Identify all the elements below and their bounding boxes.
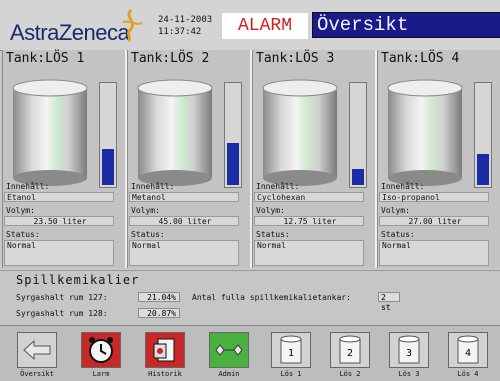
room127-value: 21.04%: [138, 292, 180, 302]
tank-panel-1[interactable]: Tank:LÖS 1 Innehåll: Etanol Volym: 23.50…: [2, 50, 127, 268]
tank-cylinder-icon: [387, 79, 463, 186]
tank-number: 4: [465, 348, 471, 359]
content-field: Cyclohexan: [254, 192, 364, 202]
alarm-indicator[interactable]: ALARM: [222, 13, 308, 39]
content-label: Innehåll:: [256, 182, 300, 191]
status-label: Status:: [256, 230, 290, 239]
status-label: Status:: [381, 230, 415, 239]
tank-icon: 2: [330, 332, 370, 368]
content-label: Innehåll:: [6, 182, 50, 191]
logo-mark-icon: [122, 9, 143, 42]
tank-cylinder-icon: [12, 79, 88, 186]
tank-number: 3: [406, 348, 412, 359]
toolbar-label: Historik: [148, 370, 182, 378]
full-tanks-value: 2 st: [378, 292, 400, 312]
content-label: Innehåll:: [131, 182, 175, 191]
tank-panel-4[interactable]: Tank:LÖS 4 Innehåll: Iso-propanol Volym:…: [377, 50, 500, 268]
volume-label: Volym:: [256, 206, 285, 215]
status-field: Normal: [129, 240, 239, 266]
tank-number: 2: [347, 348, 353, 359]
level-gauge-fill: [477, 153, 489, 185]
room128-value: 20.87%: [138, 308, 180, 318]
content-field: Etanol: [4, 192, 114, 202]
level-gauge: [224, 82, 242, 188]
level-gauge-fill: [352, 169, 364, 185]
status-field: Normal: [4, 240, 114, 266]
overview-button[interactable]: Översikt: [10, 329, 64, 379]
tank-2-button[interactable]: 2 Lös 2: [323, 329, 377, 379]
alarm-button[interactable]: Larm: [74, 329, 128, 379]
volume-label: Volym:: [381, 206, 410, 215]
bottom-toolbar: Översikt Larm Historik Admin 1 Lös 1 2 L…: [0, 325, 500, 381]
volume-field: 23.50 liter: [4, 216, 114, 226]
volume-field: 45.00 liter: [129, 216, 239, 226]
header-bar: AstraZeneca 24-11-2003 11:37:42 ALARM Öv…: [0, 0, 500, 51]
time-text: 11:37:42: [158, 27, 202, 37]
status-label: Status:: [131, 230, 165, 239]
toolbar-label: Larm: [92, 370, 110, 378]
content-field: Metanol: [129, 192, 239, 202]
room128-label: Syrgashalt rum 128:: [16, 309, 108, 318]
content-label: Innehåll:: [381, 182, 425, 191]
toolbar-label: Översikt: [20, 370, 54, 378]
tank-cylinder-icon: [137, 79, 213, 186]
toolbar-label: Lös 2: [339, 370, 361, 378]
tank-panel-2[interactable]: Tank:LÖS 2 Innehåll: Metanol Volym: 45.0…: [127, 50, 252, 268]
volume-label: Volym:: [6, 206, 35, 215]
tank-icon: 3: [389, 332, 429, 368]
content-field: Iso-propanol: [379, 192, 489, 202]
wrench-icon: [209, 332, 249, 368]
level-gauge: [99, 82, 117, 188]
tank-icon: 1: [271, 332, 311, 368]
tank-title: Tank:LÖS 1: [6, 51, 85, 66]
tank-title: Tank:LÖS 3: [256, 51, 335, 66]
status-field: Normal: [379, 240, 489, 266]
tank-1-button[interactable]: 1 Lös 1: [264, 329, 318, 379]
arrow-left-icon: [17, 332, 57, 368]
level-gauge: [349, 82, 367, 188]
tank-title: Tank:LÖS 2: [131, 51, 210, 66]
alarm-clock-icon: [81, 332, 121, 368]
volume-field: 12.75 liter: [254, 216, 364, 226]
volume-label: Volym:: [131, 206, 160, 215]
level-gauge-fill: [102, 148, 114, 185]
datetime: 24-11-2003 11:37:42: [158, 14, 212, 38]
level-gauge: [474, 82, 492, 188]
company-logo: AstraZeneca: [10, 20, 130, 45]
tank-panel-3[interactable]: Tank:LÖS 3 Innehåll: Cyclohexan Volym: 1…: [252, 50, 377, 268]
date-text: 24-11-2003: [158, 15, 213, 25]
toolbar-label: Lös 4: [457, 370, 479, 378]
tank-icon: 4: [448, 332, 488, 368]
tank-title: Tank:LÖS 4: [381, 51, 460, 66]
spill-section: Spillkemikalier Syrgashalt rum 127: 21.0…: [0, 270, 500, 325]
full-tanks-label: Antal fulla spillkemikalietankar:: [192, 293, 351, 302]
level-gauge-fill: [227, 143, 239, 185]
status-field: Normal: [254, 240, 364, 266]
tank-3-button[interactable]: 3 Lös 3: [382, 329, 436, 379]
tank-4-button[interactable]: 4 Lös 4: [441, 329, 495, 379]
tank-cylinder-icon: [262, 79, 338, 186]
page-title: Översikt: [312, 12, 500, 38]
status-label: Status:: [6, 230, 40, 239]
toolbar-label: Lös 3: [398, 370, 420, 378]
volume-field: 27.00 liter: [379, 216, 489, 226]
toolbar-label: Lös 1: [280, 370, 302, 378]
room127-label: Syrgashalt rum 127:: [16, 293, 108, 302]
spill-title: Spillkemikalier: [16, 273, 140, 287]
toolbar-label: Admin: [218, 370, 240, 378]
tank-number: 1: [288, 348, 294, 359]
history-button[interactable]: Historik: [138, 329, 192, 379]
history-icon: [145, 332, 185, 368]
admin-button[interactable]: Admin: [202, 329, 256, 379]
